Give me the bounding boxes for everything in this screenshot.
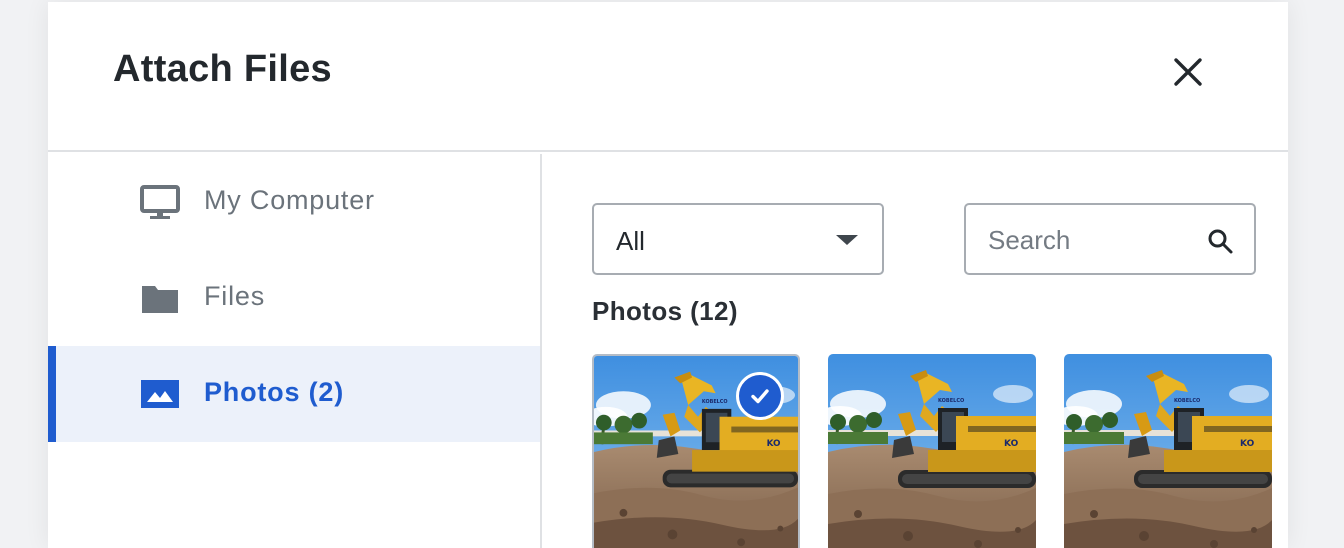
check-icon [751,389,769,404]
filter-selected-value: All [616,226,645,256]
excavator-photo [828,354,1036,548]
modal-title: Attach Files [113,48,332,90]
type-filter-select[interactable]: All [592,203,884,275]
close-icon [1174,58,1202,86]
photos-section-title: Photos (12) [592,296,738,326]
sidebar-item-my-computer[interactable]: My Computer [48,154,540,250]
source-sidebar: My Computer Files Photos (2) [48,154,542,548]
sidebar-item-files[interactable]: Files [48,250,540,346]
photo-thumbnail[interactable] [828,354,1036,548]
photos-panel: All Photos (12) [542,154,1288,548]
sidebar-item-label: Files [204,281,266,311]
image-icon [141,380,179,408]
sidebar-item-label: Photos (2) [204,377,344,407]
search-icon[interactable] [1206,227,1234,255]
sidebar-item-photos[interactable]: Photos (2) [48,346,540,442]
folder-icon [142,286,178,313]
close-button[interactable] [1160,44,1216,100]
search-input[interactable] [988,221,1188,259]
chevron-down-icon [836,235,858,245]
selected-check-badge [736,372,784,420]
photo-thumbnail[interactable] [1064,354,1272,548]
modal-header: Attach Files [48,2,1288,152]
photo-thumbnail[interactable] [592,354,800,548]
search-box [964,203,1256,275]
monitor-icon [140,185,180,219]
attach-files-modal: Attach Files My Computer Files Photos (2… [48,2,1288,548]
sidebar-item-label: My Computer [204,185,375,215]
excavator-photo [1064,354,1272,548]
